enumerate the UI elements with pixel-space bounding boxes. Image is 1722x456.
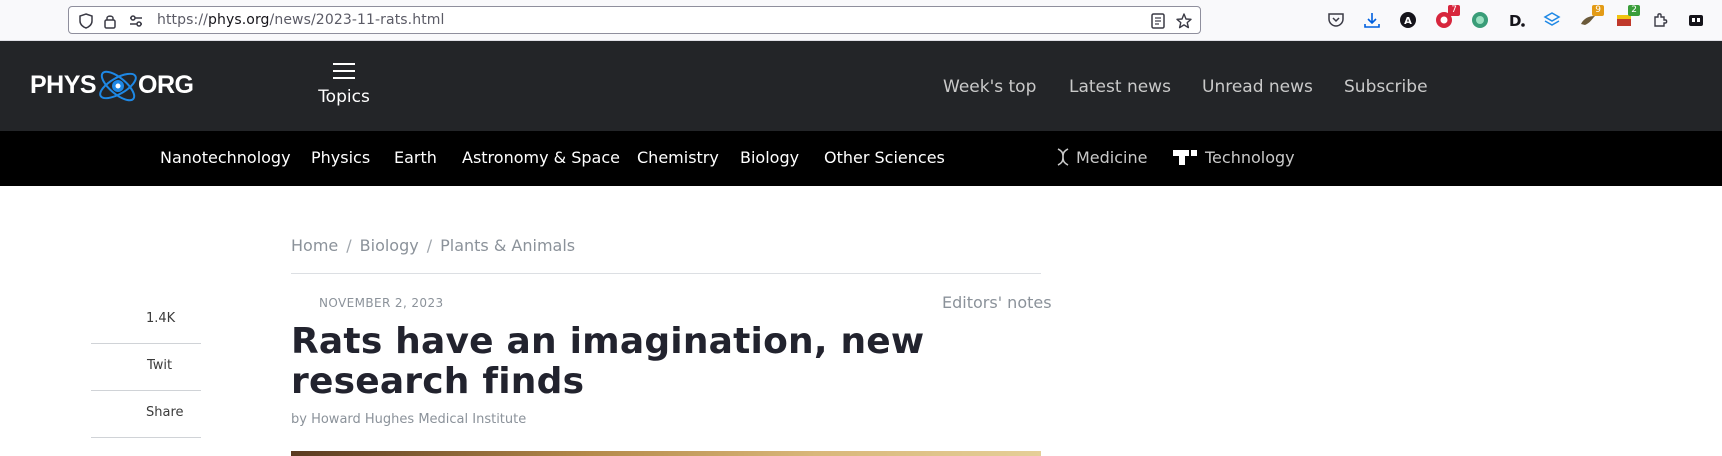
- extension-layers-icon[interactable]: [1542, 10, 1562, 30]
- editors-notes-link[interactable]: Editors' notes: [942, 293, 1052, 312]
- category-astronomy-space[interactable]: Astronomy & Space: [462, 148, 620, 167]
- category-other-sciences[interactable]: Other Sciences: [824, 148, 945, 167]
- category-physics[interactable]: Physics: [311, 148, 370, 167]
- category-bar: Nanotechnology Physics Earth Astronomy &…: [0, 131, 1722, 186]
- bookmark-star-icon[interactable]: [1175, 12, 1193, 30]
- extension-d-icon[interactable]: D: [1506, 10, 1526, 30]
- url-host: phys.org: [207, 12, 270, 28]
- share-count: 1.4K: [91, 297, 201, 344]
- hamburger-icon: [333, 63, 355, 79]
- category-earth[interactable]: Earth: [394, 148, 437, 167]
- article-image: [291, 451, 1041, 456]
- tweet-label: Twit: [147, 358, 173, 373]
- pocket-icon[interactable]: [1326, 10, 1346, 30]
- extension-badge: 2: [1628, 5, 1640, 16]
- extension-flag-icon[interactable]: 2: [1614, 5, 1640, 30]
- nav-subscribe[interactable]: Subscribe: [1344, 77, 1428, 97]
- category-chemistry[interactable]: Chemistry: [637, 148, 719, 167]
- breadcrumb-biology[interactable]: Biology: [360, 236, 419, 255]
- logo-text-left: PHYS: [30, 71, 97, 99]
- article-title: Rats have an imagination, new research f…: [291, 321, 925, 402]
- account-icon[interactable]: A: [1398, 10, 1418, 30]
- extensions-puzzle-icon[interactable]: [1650, 10, 1670, 30]
- url-text[interactable]: https://phys.org/news/2023-11-rats.html: [157, 12, 445, 28]
- category-technology-label: Technology: [1205, 148, 1295, 167]
- category-technology[interactable]: Technology: [1173, 148, 1295, 167]
- atom-logo-icon: [99, 70, 137, 102]
- svg-text:A: A: [1404, 16, 1412, 27]
- reader-view-icon[interactable]: [1149, 12, 1167, 30]
- share-label: Share: [146, 405, 184, 420]
- nav-unread-news[interactable]: Unread news: [1202, 77, 1313, 97]
- category-medicine[interactable]: Medicine: [1056, 148, 1147, 167]
- extension-badge: 9: [1592, 5, 1604, 16]
- breadcrumb-plants-animals[interactable]: Plants & Animals: [440, 236, 575, 255]
- extension-badge: 7: [1448, 5, 1460, 16]
- download-icon[interactable]: [1362, 10, 1382, 30]
- browser-toolbar: https://phys.org/news/2023-11-rats.html …: [0, 0, 1722, 41]
- topics-menu-button[interactable]: Topics: [318, 63, 370, 107]
- share-count-value: 1.4K: [146, 311, 176, 326]
- lock-icon[interactable]: [101, 12, 119, 30]
- extension-red-icon[interactable]: 7: [1434, 5, 1460, 30]
- permissions-icon[interactable]: [127, 12, 145, 30]
- extension-green-icon[interactable]: [1470, 10, 1490, 30]
- breadcrumb: Home / Biology / Plants & Animals: [291, 236, 576, 255]
- site-header: PHYS ORG Topics Week's top Latest news U…: [0, 41, 1722, 131]
- breadcrumb-divider: [291, 273, 1041, 274]
- logo-text-right: ORG: [138, 71, 194, 99]
- dna-icon: [1057, 148, 1069, 166]
- breadcrumb-home[interactable]: Home: [291, 236, 338, 255]
- nav-latest-news[interactable]: Latest news: [1069, 77, 1171, 97]
- nav-weeks-top[interactable]: Week's top: [943, 77, 1036, 97]
- article-date: NOVEMBER 2, 2023: [319, 296, 444, 310]
- shield-icon[interactable]: [77, 12, 95, 30]
- container-icon[interactable]: [1686, 10, 1706, 30]
- tweet-button[interactable]: Twit: [91, 344, 201, 391]
- url-path: /news/2023-11-rats.html: [269, 12, 445, 28]
- tech-xplore-icon: [1173, 150, 1197, 165]
- svg-text:D: D: [1509, 12, 1521, 30]
- category-nanotechnology[interactable]: Nanotechnology: [160, 148, 291, 167]
- share-button[interactable]: Share: [91, 391, 201, 438]
- topics-label: Topics: [318, 87, 370, 107]
- category-biology[interactable]: Biology: [740, 148, 799, 167]
- extension-bird-icon[interactable]: 9: [1578, 5, 1604, 30]
- url-scheme: https://: [157, 12, 208, 28]
- category-medicine-label: Medicine: [1076, 148, 1148, 167]
- address-bar[interactable]: https://phys.org/news/2023-11-rats.html: [68, 6, 1201, 34]
- article-byline: by Howard Hughes Medical Institute: [291, 412, 527, 427]
